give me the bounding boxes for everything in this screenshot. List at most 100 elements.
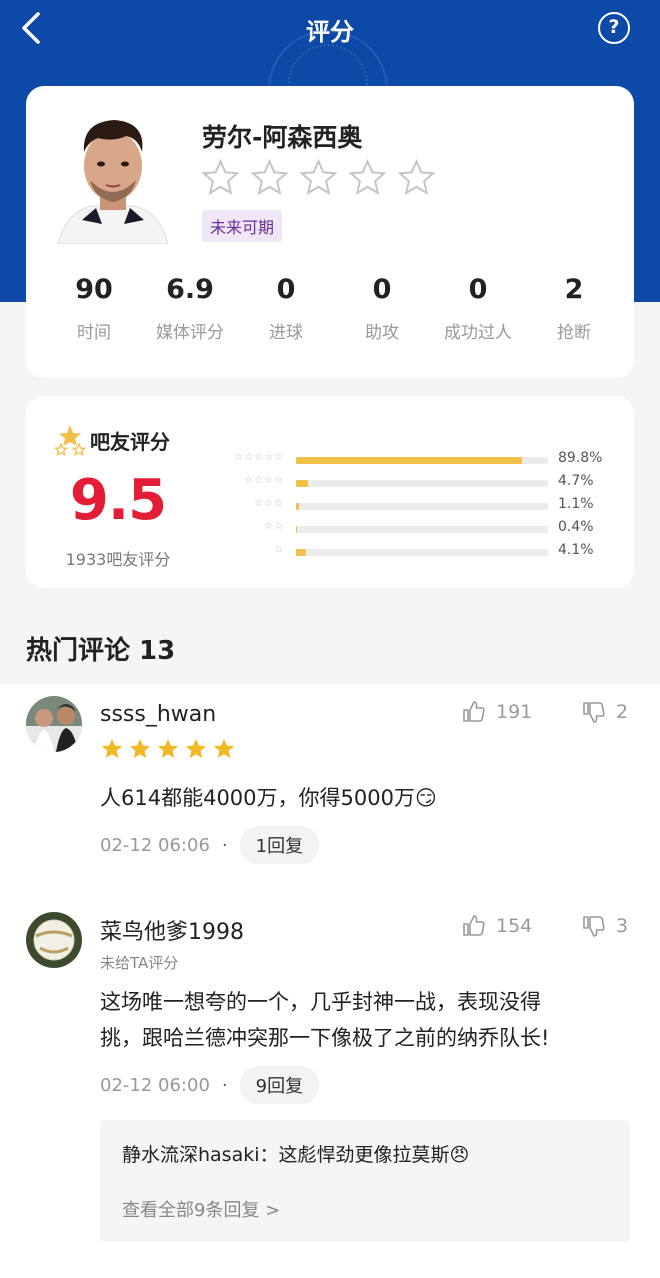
stat-item: 6.9 媒体评分 (142, 274, 238, 343)
stat-value: 0 (276, 274, 296, 305)
player-name: 劳尔-阿森西奥 (202, 123, 363, 152)
comment-text: 人614都能4000万，你得5000万😏 (100, 780, 620, 816)
comment-rating-note: 未给TA评分 (100, 954, 179, 972)
star-filled-icon (214, 739, 234, 758)
star-empty-icon[interactable] (249, 158, 290, 198)
thumbs-up-icon (463, 701, 485, 722)
view-all-replies-link[interactable]: 查看全部9条回复 > (122, 1196, 280, 1222)
comment-time: 02-12 06:06 (100, 834, 210, 856)
meta-separator: · (221, 834, 228, 856)
distribution-fill (296, 526, 297, 533)
comment-meta: 02-12 06:00 · 9回复 (100, 1066, 320, 1104)
avatar[interactable] (26, 696, 82, 752)
fan-rating-count: 1933吧友评分 (65, 550, 171, 569)
reply-preview-text: 静水流深hasaki：这彪悍劲更像拉莫斯 (122, 1144, 450, 1166)
stat-value: 6.9 (166, 274, 214, 305)
comment-meta: 02-12 06:06 · 1回复 (100, 826, 320, 864)
reply-count-button[interactable]: 9回复 (239, 1066, 320, 1104)
thumbs-down-icon (583, 702, 605, 723)
star-empty-icon[interactable] (200, 158, 241, 198)
fan-rating-score: 9.5 (69, 468, 167, 533)
comment-text-line: 挑，跟哈兰德冲突那一下像极了之前的纳乔队长! (100, 1026, 550, 1050)
distribution-fill (296, 457, 523, 464)
distribution-bar (296, 503, 548, 510)
stat-label: 成功过人 (444, 323, 512, 343)
distribution-fill (296, 549, 307, 556)
distribution-fill (296, 480, 308, 487)
distribution-percent: 1.1% (558, 496, 594, 512)
dislike-count: 2 (616, 701, 629, 723)
topbar: 评分 ? (0, 0, 660, 56)
reply-preview-box[interactable]: 静水流深hasaki：这彪悍劲更像拉莫斯😠 查看全部9条回复 > (100, 1120, 630, 1242)
dislike-button[interactable]: 2 (582, 700, 628, 724)
distribution-percent: 4.7% (558, 473, 594, 489)
reply-count-button[interactable]: 1回复 (239, 826, 320, 864)
fan-rating-title: 吧友评分 (90, 430, 170, 454)
comment-text-content: 人614都能4000万，你得5000万 (100, 786, 415, 810)
stat-value: 2 (564, 274, 584, 305)
stat-value: 0 (468, 274, 488, 305)
distribution-bar (296, 480, 548, 487)
thumbs-up-icon (463, 915, 485, 936)
distribution-stars: ☆☆☆☆ (244, 475, 284, 486)
meta-separator: · (221, 1074, 228, 1096)
comment-username[interactable]: 菜鸟他爹1998 (100, 914, 244, 946)
star-filled-icon (186, 739, 206, 758)
player-card: 劳尔-阿森西奥 未来可期 90 时间 6.9 媒体评分 0 进球 0 助攻 0 … (26, 86, 634, 378)
thumbs-down-icon (583, 916, 605, 937)
comment-username[interactable]: ssss_hwan (100, 702, 216, 727)
distribution-stars: ☆☆ (264, 521, 284, 532)
hot-comments-title: 热门评论 13 (26, 636, 176, 666)
like-button[interactable]: 154 (462, 914, 532, 938)
distribution-stars: ☆☆☆☆☆ (234, 452, 284, 463)
player-photo (52, 108, 174, 244)
avatar[interactable] (26, 912, 82, 968)
player-star-rating[interactable] (200, 158, 437, 198)
help-button[interactable]: ? (598, 12, 630, 44)
distribution-fill (296, 503, 299, 510)
player-stats: 90 时间 6.9 媒体评分 0 进球 0 助攻 0 成功过人 2 抢断 (26, 274, 634, 343)
distribution-stars: ☆ (274, 544, 284, 555)
stat-label: 时间 (77, 323, 111, 343)
angry-emoji-icon: 😠 (449, 1144, 470, 1166)
star-empty-icon[interactable] (298, 158, 339, 198)
stat-item: 0 助攻 (334, 274, 430, 343)
distribution-percent: 4.1% (558, 542, 594, 558)
distribution-percent: 89.8% (558, 450, 603, 466)
fan-rating-card: 吧友评分 9.5 1933吧友评分 ☆☆☆☆☆ 89.8% ☆☆☆☆ 4.7% … (26, 396, 634, 588)
star-filled-icon (130, 739, 150, 758)
stat-item: 0 进球 (238, 274, 334, 343)
reply-preview: 静水流深hasaki：这彪悍劲更像拉莫斯😠 (122, 1140, 469, 1167)
stat-label: 抢断 (557, 323, 591, 343)
stat-label: 进球 (269, 323, 303, 343)
stars-cluster-icon (54, 425, 86, 456)
distribution-bar (296, 526, 548, 533)
comment-text-line: 这场唯一想夸的一个，几乎封神一战，表现没得 (100, 990, 541, 1014)
dislike-button[interactable]: 3 (582, 914, 628, 938)
like-button[interactable]: 191 (462, 700, 532, 724)
comment-star-rating (100, 737, 236, 761)
distribution-percent: 0.4% (558, 519, 594, 535)
like-count: 154 (496, 915, 533, 937)
stat-item: 0 成功过人 (430, 274, 526, 343)
dislike-count: 3 (616, 915, 629, 937)
star-filled-icon (102, 739, 122, 758)
stat-value: 90 (75, 274, 113, 305)
distribution-bar (296, 457, 548, 464)
stat-label: 媒体评分 (156, 323, 224, 343)
distribution-stars: ☆☆☆ (254, 498, 284, 509)
smirk-emoji-icon: 😏 (414, 786, 437, 810)
distribution-bar (296, 549, 548, 556)
stat-item: 2 抢断 (526, 274, 622, 343)
star-empty-icon[interactable] (347, 158, 388, 198)
star-filled-icon (158, 739, 178, 758)
comment-text: 这场唯一想夸的一个，几乎封神一战，表现没得 挑，跟哈兰德冲突那一下像极了之前的纳… (100, 984, 620, 1056)
page-title: 评分 (306, 18, 354, 46)
stat-item: 90 时间 (46, 274, 142, 343)
player-tag-badge: 未来可期 (202, 210, 283, 242)
like-count: 191 (496, 701, 533, 723)
star-empty-icon[interactable] (396, 158, 437, 198)
stat-label: 助攻 (365, 323, 399, 343)
stat-value: 0 (372, 274, 392, 305)
comment-time: 02-12 06:00 (100, 1074, 210, 1096)
